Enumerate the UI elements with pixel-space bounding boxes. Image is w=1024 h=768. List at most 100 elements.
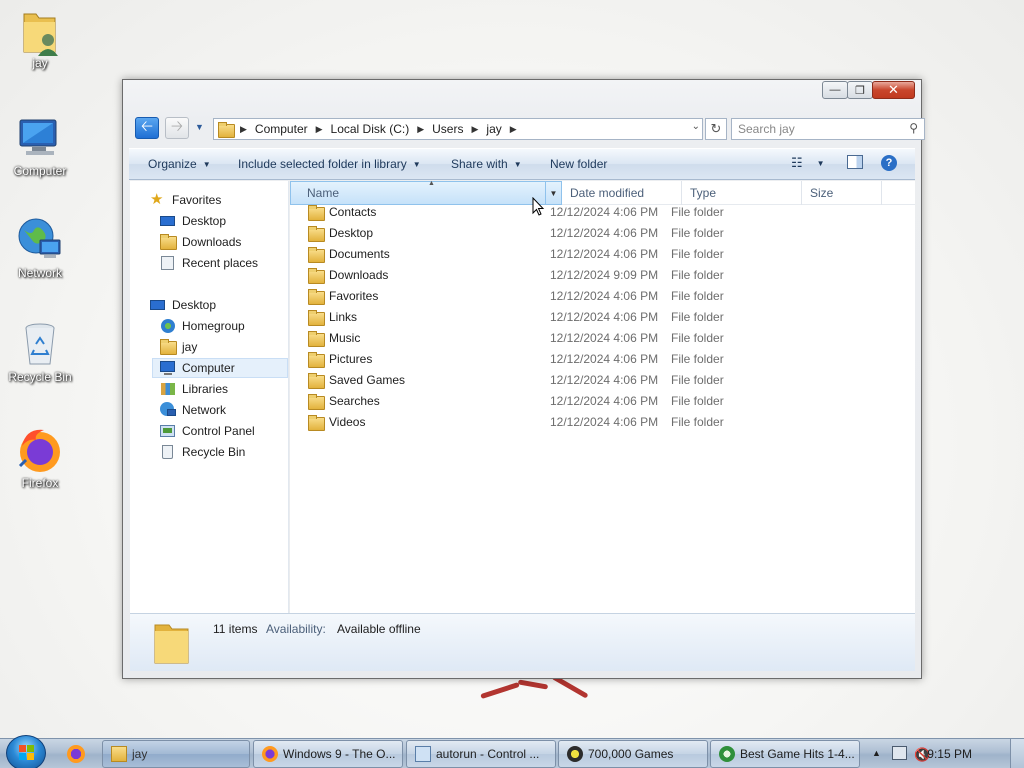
file-name-cell: Videos [308, 414, 550, 431]
breadcrumb-users[interactable]: Users ▶ [432, 122, 486, 136]
table-row[interactable]: Desktop 12/12/2024 4:06 PM File folder [308, 222, 908, 243]
breadcrumb-separator[interactable]: ▶ [417, 124, 424, 135]
file-name: Videos [329, 414, 366, 429]
table-row[interactable]: Saved Games 12/12/2024 4:06 PM File folder [308, 369, 908, 390]
table-row[interactable]: Contacts 12/12/2024 4:06 PM File folder [308, 201, 908, 222]
file-name-cell: Pictures [308, 351, 550, 368]
start-button[interactable] [6, 735, 46, 768]
share-with-button[interactable]: Share with ▼ [451, 157, 522, 171]
desktop-icon-recycle-bin[interactable]: Recycle Bin [2, 320, 78, 384]
sidebar-item-homegroup[interactable]: Homegroup [160, 316, 288, 336]
taskbar-button[interactable]: 700,000 Games [558, 740, 708, 768]
pinned-firefox-button[interactable] [54, 741, 98, 767]
show-hidden-icons-button[interactable]: ▲ [872, 748, 881, 758]
new-folder-button[interactable]: New folder [550, 157, 607, 171]
back-button[interactable]: 🡠 [135, 117, 159, 139]
breadcrumb-separator[interactable]: ▶ [510, 124, 517, 135]
help-button[interactable]: ? [881, 155, 897, 171]
recycle-bin-icon [160, 444, 176, 460]
table-row[interactable]: Searches 12/12/2024 4:06 PM File folder [308, 390, 908, 411]
availability-value: Available offline [337, 622, 421, 636]
table-row[interactable]: Favorites 12/12/2024 4:06 PM File folder [308, 285, 908, 306]
file-date-modified: 12/12/2024 4:06 PM [550, 246, 659, 261]
desktop-icon-firefox[interactable]: Firefox [2, 426, 78, 490]
sidebar-item-downloads[interactable]: Downloads [160, 232, 288, 252]
taskbar-button[interactable]: Windows 9 - The O... [253, 740, 403, 768]
sidebar-item-jay[interactable]: jay [160, 337, 288, 357]
folder-icon [308, 246, 325, 263]
folder-icon [308, 414, 325, 431]
include-in-library-button[interactable]: Include selected folder in library ▼ [238, 157, 421, 171]
breadcrumb-separator[interactable]: ▶ [240, 124, 255, 135]
file-date-modified: 12/12/2024 4:06 PM [550, 309, 659, 324]
computer-icon [16, 114, 64, 162]
sidebar-item-favorites[interactable]: ★ Favorites [150, 190, 308, 210]
explorer-window[interactable]: — ❐ ✕ 🡠 🡢 ▼ ▶ Computer ▶ Local Disk (C:) ▶… [122, 79, 925, 679]
refresh-button[interactable]: ↻ [705, 118, 727, 140]
table-row[interactable]: Pictures 12/12/2024 4:06 PM File folder [308, 348, 908, 369]
file-date-modified: 12/12/2024 4:06 PM [550, 204, 659, 219]
computer-icon [160, 360, 176, 376]
sidebar-item-computer[interactable]: Computer [152, 358, 288, 378]
taskbar-button[interactable]: jay [102, 740, 250, 768]
file-name-cell: Documents [308, 246, 550, 263]
close-button[interactable]: ✕ [872, 81, 915, 99]
folder-icon [308, 351, 325, 368]
address-history-icon[interactable]: ⌄ [692, 121, 700, 132]
breadcrumb-computer[interactable]: Computer ▶ [255, 122, 331, 136]
firefox-icon [16, 426, 64, 474]
sidebar-item-recycle-bin[interactable]: Recycle Bin [160, 442, 288, 462]
file-list: ▲ Name ▼ Date modified Type Size Contact… [290, 180, 915, 613]
breadcrumb-jay[interactable]: jay ▶ [486, 122, 524, 136]
show-desktop-button[interactable] [1010, 739, 1024, 768]
refresh-icon: ↻ [710, 121, 722, 136]
table-row[interactable]: Music 12/12/2024 4:06 PM File folder [308, 327, 908, 348]
forward-button[interactable]: 🡢 [165, 117, 189, 139]
folder-icon [308, 309, 325, 326]
file-name-cell: Saved Games [308, 372, 550, 389]
desktop-icon-network[interactable]: Network [2, 216, 78, 280]
chevron-down-icon: ▼ [195, 122, 204, 132]
file-name-cell: Desktop [308, 225, 550, 242]
breadcrumb-separator[interactable]: ▶ [471, 124, 478, 135]
libraries-icon [160, 381, 176, 397]
table-row[interactable]: Downloads 12/12/2024 9:09 PM File folder [308, 264, 908, 285]
taskbar-button[interactable]: Best Game Hits 1-4... [710, 740, 860, 768]
preview-pane-button[interactable] [847, 155, 863, 169]
sidebar-item-desktop[interactable]: Desktop [160, 211, 288, 231]
taskbar-button[interactable]: autorun - Control ... [406, 740, 556, 768]
change-view-button[interactable]: ☷ ▼ [791, 155, 825, 171]
sidebar-item-control-panel[interactable]: Control Panel [160, 421, 288, 441]
minimize-button[interactable]: — [822, 81, 848, 99]
organize-button[interactable]: Organize ▼ [148, 157, 211, 171]
table-row[interactable]: Links 12/12/2024 4:06 PM File folder [308, 306, 908, 327]
sidebar-item-network[interactable]: Network [160, 400, 288, 420]
downloads-folder-icon [160, 234, 177, 250]
file-date-modified: 12/12/2024 9:09 PM [550, 267, 659, 282]
star-icon: ★ [150, 191, 164, 208]
firefox-icon [262, 746, 278, 762]
breadcrumb-local-disk[interactable]: Local Disk (C:) ▶ [331, 122, 433, 136]
minimize-icon: — [829, 84, 841, 96]
table-row[interactable]: Documents 12/12/2024 4:06 PM File folder [308, 243, 908, 264]
help-icon: ? [881, 155, 897, 171]
clock[interactable]: 9:15 PM [927, 747, 972, 761]
user-folder-icon [16, 6, 64, 56]
file-date-modified: 12/12/2024 4:06 PM [550, 288, 659, 303]
desktop-icon-jay[interactable]: jay [2, 6, 78, 70]
taskbar-button-label: jay [132, 747, 148, 761]
folder-icon [308, 267, 325, 284]
sidebar-item-recent-places[interactable]: Recent places [160, 253, 288, 273]
sidebar-item-desktop-root[interactable]: Desktop [150, 295, 288, 315]
search-input[interactable]: Search jay ⚲ [731, 118, 925, 140]
table-row[interactable]: Videos 12/12/2024 4:06 PM File folder [308, 411, 908, 432]
address-bar[interactable]: ▶ Computer ▶ Local Disk (C:) ▶ Users ▶ jay ▶… [213, 118, 703, 140]
maximize-button[interactable]: ❐ [847, 81, 873, 99]
sidebar-item-libraries[interactable]: Libraries [160, 379, 288, 399]
folder-icon [308, 288, 325, 305]
recent-pages-button[interactable]: ▼ [195, 122, 204, 132]
network-status-icon[interactable] [892, 746, 907, 760]
desktop-icon-computer[interactable]: Computer [2, 114, 78, 178]
file-type: File folder [671, 330, 724, 345]
breadcrumb-separator[interactable]: ▶ [316, 124, 323, 135]
